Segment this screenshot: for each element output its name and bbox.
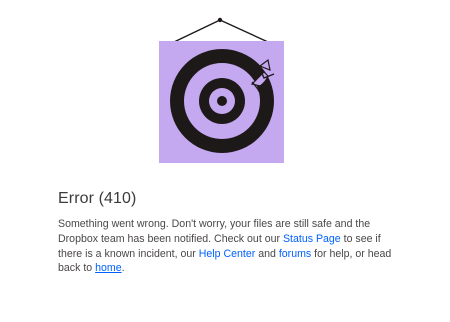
target-icon <box>159 17 284 163</box>
hanging-string <box>173 19 269 43</box>
message-text: . <box>121 262 125 275</box>
forums-link[interactable]: forums <box>279 248 311 260</box>
status-page-link[interactable]: Status Page <box>283 233 341 245</box>
help-center-link[interactable]: Help Center <box>199 248 256 260</box>
target-bullseye <box>217 96 227 106</box>
nail-icon <box>217 17 223 23</box>
target-poster-illustration <box>156 16 290 166</box>
message-text: and <box>255 247 279 260</box>
error-title: Error (410) <box>58 190 137 207</box>
error-message: Something went wrong. Don't worry, your … <box>58 217 394 276</box>
home-link[interactable]: home <box>95 262 122 274</box>
